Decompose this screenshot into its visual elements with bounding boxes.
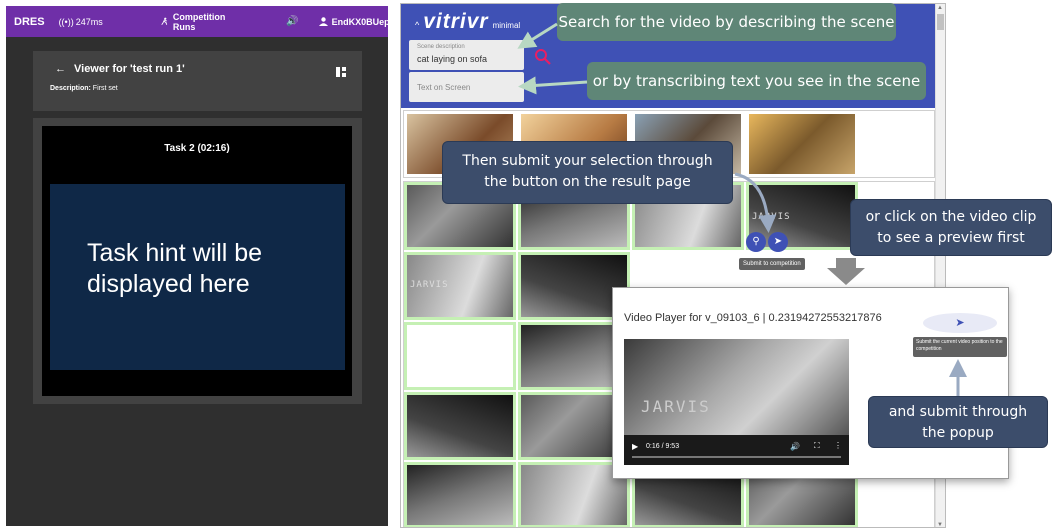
video-player[interactable]: JARVIS ▶ 0:16 / 9:53 🔊 ⛶ ⋮ [624, 339, 849, 465]
person-icon [318, 17, 328, 26]
send-icon: ➤ [955, 317, 965, 329]
callout-popup: and submit through the popup [868, 396, 1048, 448]
nav-competition-runs[interactable]: Competition Runs [161, 12, 229, 32]
callout-submit: Then submit your selection through the b… [442, 141, 733, 204]
description-label: Description: [50, 85, 91, 92]
dres-app: DRES ((•)) 247ms Competition Runs 🔊 EndK… [6, 6, 388, 526]
result-tile[interactable] [746, 111, 858, 177]
task-hint-area: Task hint will be displayed here [50, 184, 345, 370]
tile-overlay-text: JARVIS [752, 212, 791, 222]
user-menu[interactable]: EndKX0BUep [318, 16, 388, 27]
scroll-thumb[interactable] [937, 14, 944, 30]
scene-description-input[interactable]: cat laying on sofa [417, 54, 487, 64]
more-options-icon[interactable]: ⋮ [834, 441, 842, 450]
send-icon: ➤ [773, 236, 783, 247]
tile-search-button[interactable]: ⚲ [746, 232, 766, 252]
video-controls: ▶ 0:16 / 9:53 🔊 ⛶ ⋮ [624, 435, 849, 465]
viewer-description: Description: First set [50, 85, 118, 92]
task-hint-text: Task hint will be displayed here [87, 239, 263, 298]
popup-submit-tooltip: Submit the current video position to the… [913, 337, 1007, 357]
video-overlay-text: JARVIS [641, 397, 711, 416]
vitrivr-logo: vitrivr [423, 10, 489, 33]
callout-search: Search for the video by describing the s… [557, 3, 896, 41]
play-icon[interactable]: ▶ [632, 442, 638, 451]
callout-preview: or click on the video clip to see a prev… [850, 199, 1052, 256]
arrow-left-icon[interactable]: ← [55, 63, 66, 75]
viewer-header-card: ← Viewer for 'test run 1' Description: F… [33, 51, 362, 111]
speaker-icon[interactable]: 🔊 [286, 16, 298, 27]
tile-submit-button[interactable]: ➤ [768, 232, 788, 252]
viewer-title: ← Viewer for 'test run 1' [55, 63, 185, 75]
popup-submit-button[interactable]: ➤ [923, 313, 997, 333]
dres-topbar: DRES ((•)) 247ms Competition Runs 🔊 EndK… [6, 6, 388, 37]
user-name: EndKX0BUep [331, 16, 388, 27]
callout-transcribe: or by transcribing text you see in the s… [587, 62, 926, 100]
text-on-screen-input[interactable]: Text on Screen [417, 83, 470, 92]
submit-tooltip: Submit to competition [739, 258, 805, 270]
video-progress-track[interactable] [632, 456, 841, 458]
volume-icon[interactable]: 🔊 [790, 442, 800, 451]
fullscreen-icon[interactable]: ⛶ [814, 441, 820, 451]
scroll-down-icon[interactable]: ▼ [937, 522, 943, 527]
result-tile[interactable] [404, 392, 516, 460]
ping-indicator: ((•)) 247ms [59, 17, 103, 27]
task-panel: Task 2 (02:16) Task hint will be display… [33, 118, 362, 404]
collapse-caret-icon[interactable]: ^ [415, 20, 419, 30]
text-on-screen-field[interactable]: Text on Screen [409, 72, 524, 102]
screenshot-root: DRES ((•)) 247ms Competition Runs 🔊 EndK… [0, 0, 1055, 532]
description-value: First set [92, 85, 118, 92]
dres-brand[interactable]: DRES [14, 16, 45, 28]
vitrivr-brand: ^ vitrivr minimal [415, 10, 520, 34]
search-icon: ⚲ [752, 236, 760, 247]
result-tile[interactable]: JARVIS [404, 252, 516, 320]
video-time: 0:16 / 9:53 [646, 443, 680, 450]
video-player-dialog: Video Player for v_09103_6 | 0.231942725… [612, 287, 1009, 479]
scene-description-field[interactable]: Scene description cat laying on sofa [409, 40, 524, 70]
video-frame [624, 339, 849, 435]
nav-label: Competition Runs [172, 11, 226, 32]
ping-value: 247ms [75, 16, 103, 27]
task-title: Task 2 (02:16) [164, 143, 230, 154]
search-icon[interactable] [534, 48, 552, 66]
result-tile[interactable] [404, 462, 516, 527]
grid-icon[interactable] [336, 67, 346, 77]
viewer-title-text: Viewer for 'test run 1' [74, 63, 185, 75]
task-display: Task 2 (02:16) Task hint will be display… [42, 126, 352, 396]
result-tile[interactable] [404, 322, 516, 390]
vitrivr-logo-suffix: minimal [492, 21, 521, 30]
scene-description-label: Scene description [417, 44, 465, 50]
scroll-up-icon[interactable]: ▲ [937, 5, 943, 11]
runner-icon [161, 17, 167, 25]
player-title: Video Player for v_09103_6 | 0.231942725… [624, 312, 882, 324]
wifi-icon: ((•)) [58, 16, 74, 27]
tile-overlay-text: JARVIS [410, 280, 449, 290]
